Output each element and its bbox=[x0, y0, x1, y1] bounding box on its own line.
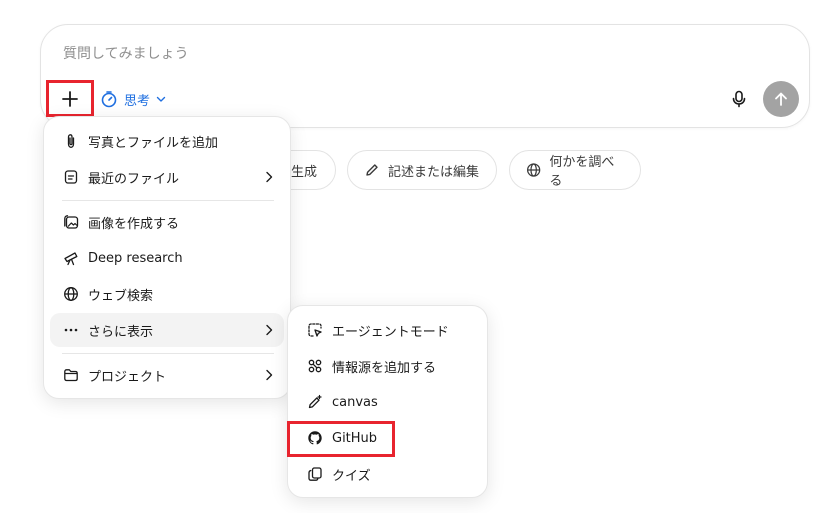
image-create-icon bbox=[62, 213, 80, 231]
paperclip-icon bbox=[62, 132, 80, 150]
menu-item-label: 画像を作成する bbox=[88, 216, 180, 232]
menu-item-label: プロジェクト bbox=[88, 369, 167, 385]
globe-icon bbox=[527, 163, 541, 177]
canvas-pen-icon bbox=[306, 393, 324, 411]
arrow-up-icon bbox=[775, 92, 787, 106]
suggestion-chip-write[interactable]: 記述または編集 bbox=[347, 150, 497, 190]
quiz-cards-icon bbox=[306, 465, 324, 483]
menu-divider bbox=[62, 200, 274, 201]
menu-item-show-more[interactable]: さらに表示 bbox=[50, 313, 284, 347]
menu-item-add-files[interactable]: 写真とファイルを追加 bbox=[50, 124, 284, 158]
more-tools-submenu: エージェントモード 情報源を追加する canvas GitHub クイズ bbox=[287, 305, 488, 498]
chevron-right-icon bbox=[264, 369, 274, 381]
attachment-menu: 写真とファイルを追加 最近のファイル 画像を作成する Deep research… bbox=[43, 116, 291, 399]
submenu-item-quiz[interactable]: クイズ bbox=[294, 457, 481, 491]
menu-item-create-image[interactable]: 画像を作成する bbox=[50, 205, 284, 239]
chevron-right-icon bbox=[264, 171, 274, 183]
add-attachment-button[interactable] bbox=[46, 80, 94, 117]
prompt-input-placeholder[interactable]: 質問してみましょう bbox=[63, 43, 189, 63]
think-mode-button[interactable]: 思考 bbox=[96, 86, 170, 112]
github-highlight-box bbox=[287, 421, 395, 457]
prompt-composer[interactable]: 質問してみましょう bbox=[40, 24, 810, 128]
chip-label: 記述または編集 bbox=[388, 164, 480, 180]
think-mode-label: 思考 bbox=[124, 93, 151, 109]
submenu-item-label: 情報源を追加する bbox=[332, 360, 437, 376]
more-dots-icon bbox=[62, 321, 80, 339]
connectors-icon bbox=[306, 357, 324, 375]
menu-item-label: 最近のファイル bbox=[88, 171, 180, 187]
file-icon bbox=[62, 168, 80, 186]
chip-label: 何かを調べる bbox=[549, 155, 615, 189]
menu-item-recent-files[interactable]: 最近のファイル bbox=[50, 160, 284, 194]
menu-divider bbox=[62, 353, 274, 354]
folder-icon bbox=[62, 366, 80, 384]
submenu-item-add-sources[interactable]: 情報源を追加する bbox=[294, 349, 481, 383]
pencil-icon bbox=[366, 164, 378, 176]
chevron-down-icon bbox=[156, 96, 166, 102]
plus-icon bbox=[62, 90, 78, 107]
dictate-button[interactable] bbox=[726, 86, 752, 112]
menu-item-label: ウェブ検索 bbox=[88, 288, 154, 304]
menu-item-projects[interactable]: プロジェクト bbox=[50, 358, 284, 392]
chip-label: 生成 bbox=[291, 164, 318, 180]
menu-item-label: さらに表示 bbox=[88, 324, 154, 340]
submenu-item-canvas[interactable]: canvas bbox=[294, 385, 481, 419]
menu-item-web-search[interactable]: ウェブ検索 bbox=[50, 277, 284, 311]
menu-item-deep-research[interactable]: Deep research bbox=[50, 241, 284, 275]
submenu-item-label: canvas bbox=[332, 394, 378, 410]
send-button[interactable] bbox=[763, 81, 799, 117]
chevron-right-icon bbox=[264, 324, 274, 336]
submenu-item-label: クイズ bbox=[332, 468, 371, 484]
timer-icon bbox=[101, 91, 117, 108]
microphone-icon bbox=[732, 90, 746, 108]
telescope-icon bbox=[62, 249, 80, 267]
submenu-item-agent-mode[interactable]: エージェントモード bbox=[294, 313, 481, 347]
menu-item-label: 写真とファイルを追加 bbox=[88, 135, 219, 151]
submenu-item-label: エージェントモード bbox=[332, 324, 449, 340]
menu-item-label: Deep research bbox=[88, 250, 183, 266]
agent-cursor-icon bbox=[306, 321, 324, 339]
globe-icon bbox=[62, 285, 80, 303]
suggestion-chip-research[interactable]: 何かを調べる bbox=[509, 150, 641, 190]
